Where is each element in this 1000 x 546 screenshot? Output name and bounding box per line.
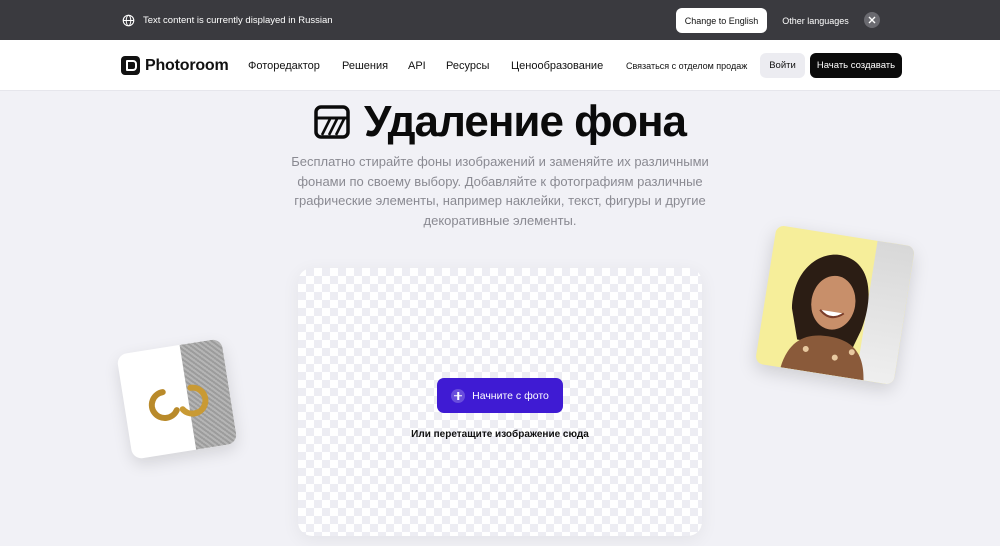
start-with-photo-button[interactable]: Начните с фото	[437, 378, 563, 413]
globe-icon	[122, 14, 135, 26]
change-to-english-button[interactable]: Change to English	[676, 8, 767, 33]
logo[interactable]: Photoroom	[121, 56, 229, 75]
drag-drop-hint: Или перетащите изображение сюда	[411, 429, 589, 440]
portrait-sample-image	[754, 224, 916, 386]
start-with-photo-label: Начните с фото	[472, 389, 549, 402]
hero-description: Бесплатно стирайте фоны изображений и за…	[291, 154, 709, 228]
nav-item-api[interactable]: API	[408, 40, 426, 91]
close-icon	[868, 16, 876, 24]
language-notice: Text content is currently displayed in R…	[122, 0, 333, 40]
woman-portrait-illustration	[780, 254, 869, 381]
upload-dropzone[interactable]: Начните с фото Или перетащите изображени…	[298, 268, 702, 536]
nav-item-pricing[interactable]: Ценообразование	[511, 40, 603, 91]
main-nav: Photoroom Фоторедактор Решения API Ресур…	[0, 40, 1000, 91]
nav-item-solutions[interactable]: Решения	[342, 40, 388, 91]
nav-item-photo-editor[interactable]: Фоторедактор	[248, 40, 320, 91]
nav-item-resources[interactable]: Ресурсы	[446, 40, 489, 91]
close-banner-button[interactable]	[864, 12, 880, 28]
photoroom-logo-icon	[121, 56, 140, 75]
hero-heading: Удаление фона	[0, 97, 1000, 147]
language-notice-text: Text content is currently displayed in R…	[143, 14, 333, 26]
contact-sales-link[interactable]: Связаться с отделом продаж	[626, 40, 747, 91]
other-languages-button[interactable]: Other languages	[777, 8, 854, 33]
login-button[interactable]: Войти	[760, 53, 805, 78]
logo-text: Photoroom	[145, 56, 229, 74]
start-creating-button[interactable]: Начать создавать	[810, 53, 902, 78]
language-banner: Text content is currently displayed in R…	[0, 0, 1000, 40]
page-title: Удаление фона	[363, 97, 687, 146]
plus-icon	[451, 388, 466, 403]
earrings-sample-image	[116, 338, 238, 460]
background-remove-icon	[314, 105, 350, 139]
